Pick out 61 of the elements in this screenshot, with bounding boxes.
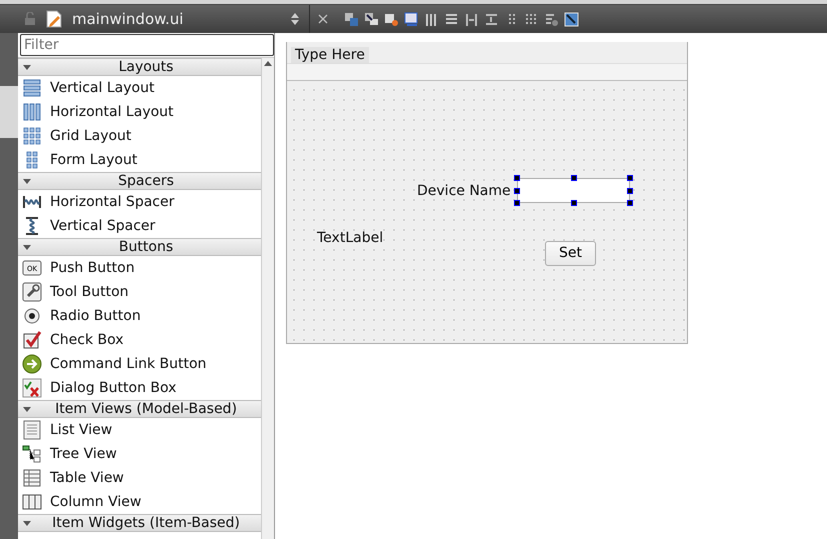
layout-icon[interactable]	[364, 12, 379, 26]
resize-handle[interactable]	[514, 175, 520, 181]
widget-item[interactable]: Form Layout	[18, 148, 262, 172]
scroll-up-icon[interactable]	[264, 61, 272, 66]
resize-handle[interactable]	[570, 175, 576, 181]
grid-layout-icon	[22, 126, 42, 146]
grid-icon[interactable]	[524, 12, 539, 26]
rows-icon[interactable]	[444, 12, 459, 26]
widget-item[interactable]: Table View	[18, 466, 262, 490]
check-cross-icon	[22, 378, 42, 398]
widget-item[interactable]: Radio Button	[18, 304, 262, 328]
form-label: Device Name	[417, 182, 511, 201]
horizontal-layout-icon	[22, 102, 42, 122]
widget-item[interactable]: Command Link Button	[18, 352, 262, 376]
sort-arrows-icon[interactable]	[291, 13, 299, 25]
widget-item[interactable]: Grid Layout	[18, 124, 262, 148]
wrench-icon	[22, 282, 42, 302]
resize-handle[interactable]	[570, 200, 576, 206]
widget-item[interactable]: List View	[18, 418, 262, 442]
set-button[interactable]: Set	[545, 241, 596, 266]
checkbox-icon	[22, 330, 42, 350]
tree-view-icon	[22, 444, 42, 464]
column-view-icon	[22, 492, 42, 512]
adjust-size-icon[interactable]	[564, 12, 579, 26]
table-view-icon	[22, 468, 42, 488]
layout-icon[interactable]	[344, 12, 359, 26]
columns-icon[interactable]	[424, 12, 439, 26]
vertical-layout-icon	[22, 78, 42, 98]
radio-button-icon	[22, 306, 42, 326]
resize-handle[interactable]	[514, 188, 520, 194]
arrow-circle-icon	[22, 354, 42, 374]
widget-item[interactable]: Horizontal Spacer	[18, 190, 262, 214]
resize-handle[interactable]	[514, 200, 520, 206]
close-icon[interactable]	[318, 14, 328, 24]
category-header[interactable]: Item Widgets (Item-Based)	[18, 514, 262, 532]
widget-item[interactable]: Tree View	[18, 442, 262, 466]
resize-handle[interactable]	[627, 175, 633, 181]
category-header[interactable]: Buttons	[18, 238, 262, 256]
menu-placeholder[interactable]: Type Here	[291, 47, 369, 63]
scrollbar[interactable]	[261, 58, 274, 539]
list-view-icon	[22, 420, 42, 440]
form-icon[interactable]	[544, 12, 559, 26]
widget-item[interactable]: Dialog Button Box	[18, 376, 262, 400]
splitter-icon[interactable]	[484, 12, 499, 26]
widget-item[interactable]: Tool Button	[18, 280, 262, 304]
widget-item[interactable]: Vertical Layout	[18, 76, 262, 100]
file-name: mainwindow.ui	[72, 8, 184, 30]
form-label: TextLabel	[317, 229, 384, 248]
category-header[interactable]: Item Views (Model-Based)	[18, 400, 262, 418]
resize-handle[interactable]	[627, 200, 633, 206]
widget-item[interactable]: Column View	[18, 490, 262, 514]
widget-item[interactable]: Horizontal Layout	[18, 100, 262, 124]
widget-item[interactable]: Vertical Spacer	[18, 214, 262, 238]
category-header[interactable]: Spacers	[18, 172, 262, 190]
document-edit-icon	[46, 10, 62, 28]
filter-field[interactable]: Filter	[20, 34, 274, 56]
category-header[interactable]: Layouts	[18, 58, 262, 76]
resize-handle[interactable]	[627, 188, 633, 194]
widget-item[interactable]: Check Box	[18, 328, 262, 352]
line-edit-field[interactable]	[517, 178, 630, 203]
splitter-icon[interactable]	[464, 12, 479, 26]
